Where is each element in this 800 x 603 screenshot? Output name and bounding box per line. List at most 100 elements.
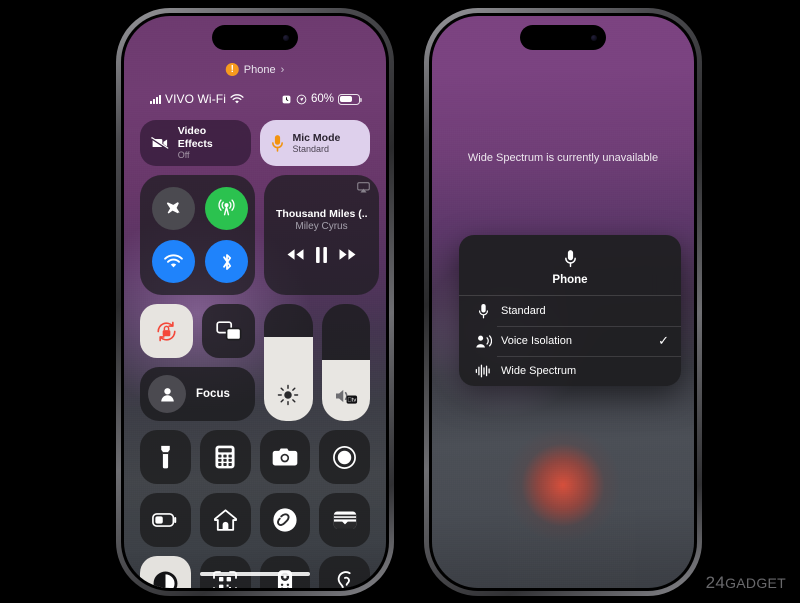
mic-mode-menu-screen: Wide Spectrum is currently unavailable P… [432,16,694,588]
mic-mode-option-voice-isolation[interactable]: Voice Isolation ✓ [459,326,681,356]
focus-label: Focus [196,388,230,400]
status-bar-left: VIVO Wi-Fi [150,92,244,106]
hearing-button[interactable] [319,556,370,588]
person-icon [148,375,186,413]
cellular-data-button[interactable] [205,187,248,230]
square-tiles-row [140,304,255,358]
mic-mode-menu: Phone Standard Voice Isolation ✓ Wide Sp… [459,235,681,386]
wide-spectrum-icon [471,363,495,379]
watermark-suffix: GADGET [725,575,786,591]
mic-mode-subtitle: Standard [292,143,330,154]
mic-mode-menu-header: Phone [459,235,681,296]
brightness-icon [277,384,299,411]
status-bar: VIVO Wi-Fi 60% [124,92,386,106]
ear-icon [337,570,351,588]
video-effects-title: Video Effects [177,125,213,150]
battery-icon [338,93,362,105]
connectivity-and-media-row: Thousand Miles (... Miley Cyrus [140,175,379,295]
calculator-button[interactable] [199,430,251,484]
phone-right: Wide Spectrum is currently unavailable P… [424,8,702,596]
mic-mode-option-label: Standard [501,305,546,317]
flashlight-icon [161,445,170,469]
voice-isolation-icon [471,334,495,349]
front-camera-icon [591,34,597,41]
wifi-button[interactable] [152,240,195,283]
control-center-screen: ! Phone › VIVO Wi-Fi 60% Video Effects O… [124,16,386,588]
bluetooth-icon [222,253,231,270]
mic-mode-tile[interactable]: Mic Mode Standard [259,120,370,166]
apple-tv-icon: tv [347,398,356,404]
video-off-icon [151,137,169,150]
screen-mirroring-icon [215,321,241,341]
microphone-icon [564,250,576,268]
wifi-icon [164,253,183,267]
active-call-pill[interactable]: ! Phone › [225,63,285,76]
watermark: 24GADGET [706,573,786,593]
low-power-mode-button[interactable] [140,493,191,547]
mic-mode-title: Mic Mode [292,131,341,144]
location-icon [296,94,307,104]
mic-mode-option-wide-spectrum[interactable]: Wide Spectrum [459,356,681,386]
screen-mirroring-button[interactable] [202,304,255,358]
call-controls-row: Video Effects Off Mic Mode Standard [140,120,370,166]
volume-slider[interactable]: tv [321,304,370,421]
video-effects-subtitle: Off [177,150,190,161]
home-button[interactable] [199,493,251,547]
mic-mode-option-standard[interactable]: Standard [459,296,681,326]
airplane-icon [166,202,181,214]
phone-left-bezel: ! Phone › VIVO Wi-Fi 60% Video Effects O… [121,13,389,591]
home-icon [213,509,237,531]
front-camera-icon [283,34,289,41]
now-playing-module[interactable]: Thousand Miles (... Miley Cyrus [264,175,379,295]
rotation-lock-button[interactable] [140,304,193,358]
home-indicator[interactable] [200,572,310,576]
cellular-bars-icon [150,94,161,104]
focus-tile[interactable]: Focus [140,367,255,421]
carrier-label: VIVO Wi-Fi [165,92,226,106]
microphone-icon [471,303,495,320]
airplane-mode-button[interactable] [152,187,195,230]
video-effects-text: Video Effects Off [178,125,240,160]
volume-icon: tv [333,386,359,411]
record-icon [333,445,357,469]
active-call-label: Phone [243,63,276,76]
chevron-right-icon: › [280,63,285,76]
mic-mode-option-label: Wide Spectrum [501,365,577,377]
mic-mode-text: Mic Mode Standard [293,132,341,155]
battery-icon [152,513,177,527]
camera-icon [272,448,298,466]
flashlight-button[interactable] [140,430,191,484]
shazam-icon [273,508,297,532]
bluetooth-button[interactable] [205,240,248,283]
sliders-group: tv [264,304,370,421]
dark-mode-icon [153,571,178,588]
rotation-lock-icon [157,321,176,341]
pause-icon[interactable] [314,246,329,264]
tiles-and-sliders-row: Focus tv [140,304,370,421]
video-effects-tile[interactable]: Video Effects Off [140,120,251,166]
dynamic-island-right [520,25,606,50]
brightness-slider[interactable] [264,304,313,421]
cellular-tower-icon [218,199,235,216]
screenshot-root: ! Phone › VIVO Wi-Fi 60% Video Effects O… [0,0,800,603]
calculator-icon [215,445,235,469]
airplay-icon[interactable] [357,182,370,193]
screen-record-button[interactable] [319,430,370,484]
checkmark-icon: ✓ [658,333,669,348]
wallet-icon [333,511,356,529]
dynamic-island [212,25,298,50]
shazam-button[interactable] [259,493,311,547]
wallet-button[interactable] [319,493,370,547]
dark-mode-button[interactable] [140,556,191,588]
wifi-icon [230,93,244,103]
camera-button[interactable] [259,430,311,484]
shortcut-grid [140,430,370,588]
mic-mode-menu-title: Phone [552,274,588,286]
microphone-icon [271,134,283,152]
rewind-icon[interactable] [286,248,305,261]
phone-right-bezel: Wide Spectrum is currently unavailable P… [429,13,697,591]
now-playing-artist: Miley Cyrus [295,220,348,232]
watermark-prefix: 24 [705,573,726,592]
fast-forward-icon[interactable] [338,248,357,261]
now-playing-title: Thousand Miles (... [276,207,367,220]
